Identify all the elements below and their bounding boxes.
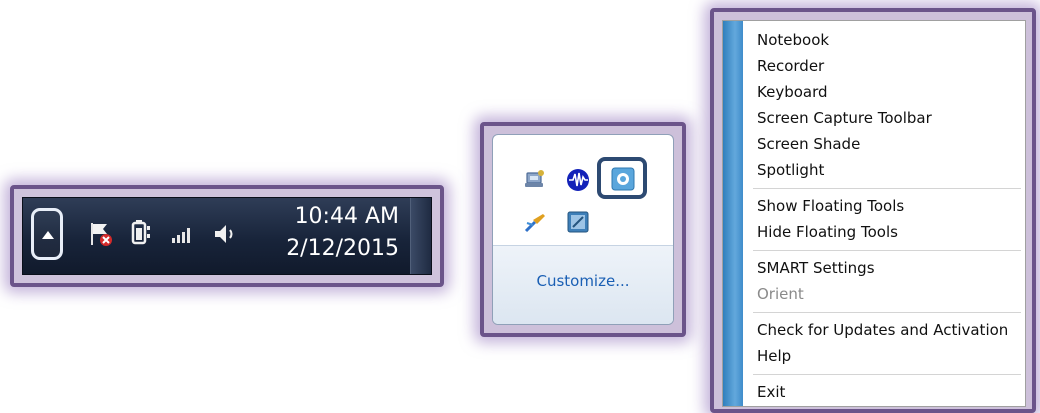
signal-bars-icon[interactable] [171,224,195,248]
highlighted-icon-box [597,157,647,199]
notification-area: 10:44 AM 2/12/2015 [22,197,432,275]
up-arrow-icon [42,231,54,239]
flyout-screenshot-frame: Customize... [480,122,686,337]
customize-link[interactable]: Customize... [493,272,673,290]
flyout-footer: Customize... [493,245,673,324]
power-plug-icon[interactable] [127,218,155,252]
hidden-icons-flyout: Customize... [492,134,674,325]
menu-screenshot-frame: Notebook Recorder Keyboard Screen Captur… [710,8,1036,413]
flag-error-icon[interactable] [87,220,115,252]
show-desktop-button[interactable] [410,198,431,274]
menu-item-keyboard[interactable]: Keyboard [757,79,1021,105]
menu-item-hide-floating-tools[interactable]: Hide Floating Tools [757,219,1021,245]
smart-context-menu: Notebook Recorder Keyboard Screen Captur… [722,20,1026,407]
pen-tool-icon[interactable] [523,211,547,239]
menu-separator [753,188,1021,189]
menu-item-screen-capture-toolbar[interactable]: Screen Capture Toolbar [757,105,1021,131]
audio-wave-icon[interactable] [565,167,591,197]
network-icon[interactable] [523,167,547,195]
menu-item-screen-shade[interactable]: Screen Shade [757,131,1021,157]
menu-item-recorder[interactable]: Recorder [757,53,1021,79]
clock-time[interactable]: 10:44 AM [295,204,399,229]
app-window-icon[interactable] [567,211,589,237]
menu-item-help[interactable]: Help [757,343,1021,369]
menu-item-exit[interactable]: Exit [757,379,1021,405]
clock-date[interactable]: 2/12/2015 [286,236,399,261]
menu-item-show-floating-tools[interactable]: Show Floating Tools [757,193,1021,219]
flyout-icon-grid [493,135,673,257]
menu-item-notebook[interactable]: Notebook [757,27,1021,53]
taskbar-screenshot-frame: 10:44 AM 2/12/2015 [10,185,444,287]
menu-item-orient: Orient [757,285,804,303]
menu-separator [753,250,1021,251]
menu-item-check-for-updates[interactable]: Check for Updates and Activation [757,317,1021,343]
menu-separator [753,312,1021,313]
menu-item-smart-settings[interactable]: SMART Settings [757,255,1021,281]
menu-item-spotlight[interactable]: Spotlight [757,157,1021,183]
menu-separator [753,374,1021,375]
show-hidden-icons-button[interactable] [31,208,63,260]
speaker-icon[interactable] [211,220,239,252]
menu-side-stripe [723,21,743,406]
